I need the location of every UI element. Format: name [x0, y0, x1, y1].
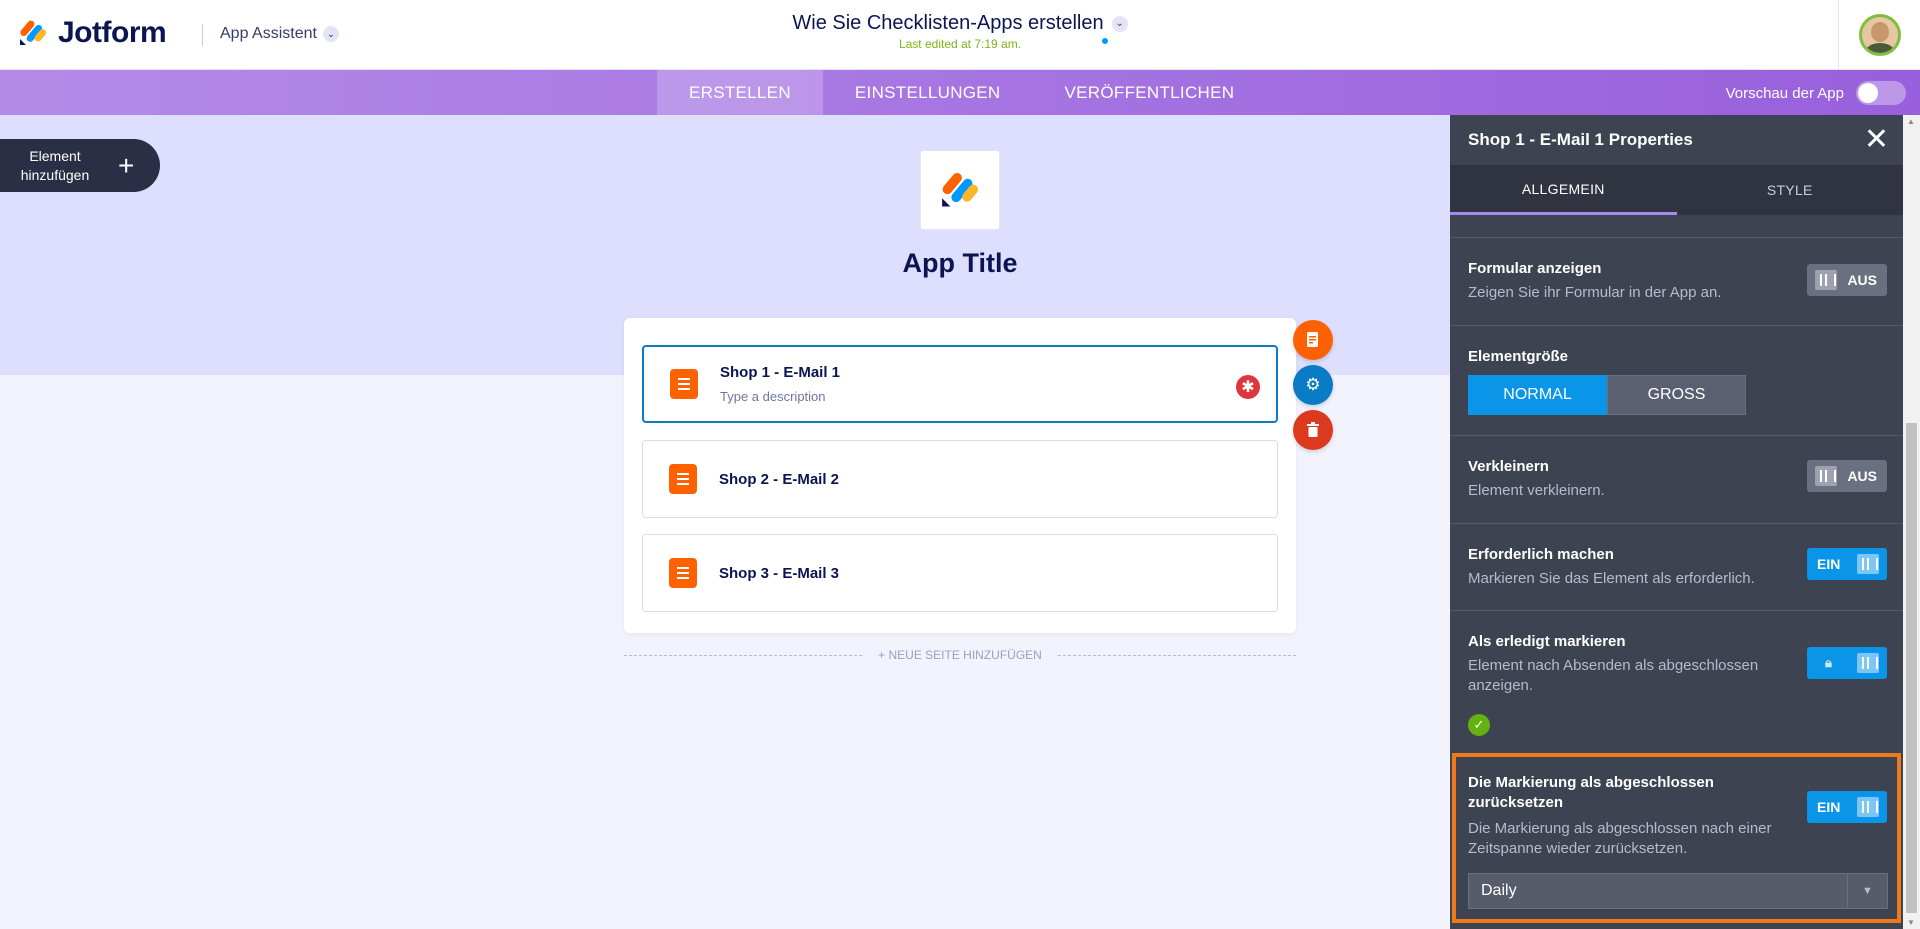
divider	[624, 654, 863, 656]
add-element-button[interactable]: Element hinzufügen +	[0, 139, 160, 192]
delete-button[interactable]	[1293, 410, 1333, 450]
toggle-knob	[1858, 83, 1878, 103]
required-toggle[interactable]: EIN	[1807, 548, 1887, 580]
elements-panel: Shop 1 - E-Mail 1 Type a description ✱ S…	[624, 318, 1296, 633]
add-new-page-label: + NEUE SEITE HINZUFÜGEN	[878, 648, 1042, 662]
add-element-label: Element hinzufügen	[20, 147, 90, 183]
form-icon	[670, 369, 698, 399]
section-spacer	[1450, 215, 1903, 238]
scrollbar-thumb[interactable]	[1906, 423, 1917, 913]
builder-nav: ERSTELLEN EINSTELLUNGEN VERÖFFENTLICHEN …	[0, 70, 1920, 115]
item-name: Shop 1 - E-Mail 1	[720, 364, 841, 381]
tab-style[interactable]: STYLE	[1677, 165, 1904, 215]
plus-icon: +	[118, 149, 135, 181]
size-section: Elementgröße NORMAL GROSS	[1450, 326, 1903, 436]
account-area	[1838, 0, 1920, 70]
tab-erstellen[interactable]: ERSTELLEN	[657, 70, 823, 115]
properties-scrollbar[interactable]: ▲ ▼	[1903, 115, 1920, 929]
show-form-toggle[interactable]: AUS	[1807, 264, 1887, 296]
tab-einstellungen[interactable]: EINSTELLUNGEN	[823, 70, 1033, 115]
item-text: Shop 1 - E-Mail 1 Type a description	[720, 364, 840, 404]
toggle-grip-icon	[1815, 270, 1837, 290]
builder-tabs: ERSTELLEN EINSTELLUNGEN VERÖFFENTLICHEN	[657, 70, 1266, 115]
scroll-down-icon[interactable]: ▼	[1907, 918, 1915, 927]
doc-title[interactable]: Wie Sie Checklisten-Apps erstellen ⌄	[792, 12, 1128, 35]
mark-done-toggle[interactable]: 🔒︎	[1807, 647, 1887, 679]
status-dot	[1102, 38, 1108, 44]
top-header: Jotform App Assistent ⌄ Wie Sie Checklis…	[0, 0, 1920, 70]
preview-label: Vorschau der App	[1725, 84, 1844, 102]
last-edited-status: Last edited at 7:19 am.	[898, 37, 1022, 51]
size-gross-button[interactable]: GROSS	[1607, 375, 1746, 415]
app-icon[interactable]	[920, 150, 1000, 230]
item-text: Shop 3 - E-Mail 3	[719, 565, 839, 582]
close-icon[interactable]: ✕	[1864, 125, 1889, 155]
toggle-grip-icon	[1857, 653, 1879, 673]
app-logo-icon	[942, 172, 979, 207]
scroll-up-icon[interactable]: ▲	[1907, 117, 1915, 126]
size-label: Elementgröße	[1468, 348, 1569, 365]
edit-document-icon	[1307, 332, 1318, 347]
show-form-section: Formular anzeigen Zeigen Sie ihr Formula…	[1450, 238, 1903, 326]
gear-icon: ⚙	[1305, 375, 1321, 394]
properties-tabs: ALLGEMEIN STYLE	[1450, 165, 1903, 215]
toggle-grip-icon	[1857, 554, 1879, 574]
required-asterisk-icon: ✱	[1236, 375, 1260, 399]
list-item[interactable]: Shop 1 - E-Mail 1 Type a description ✱	[642, 345, 1278, 423]
tab-allgemein[interactable]: ALLGEMEIN	[1450, 165, 1677, 215]
form-icon	[669, 464, 697, 494]
preview-toggle-area: Vorschau der App	[1726, 81, 1906, 105]
properties-title: Shop 1 - E-Mail 1 Properties	[1468, 130, 1693, 149]
item-description[interactable]: Type a description	[720, 389, 840, 404]
preview-toggle[interactable]	[1856, 81, 1906, 105]
mark-done-section: Als erledigt markieren Element nach Abse…	[1450, 611, 1903, 754]
item-name: Shop 2 - E-Mail 2	[719, 470, 840, 488]
trash-icon	[1307, 422, 1319, 437]
shrink-section: Verkleinern Element verkleinern. AUS	[1450, 436, 1903, 524]
required-section: Erforderlich machen Markieren Sie das El…	[1450, 524, 1903, 611]
settings-button[interactable]: ⚙	[1293, 365, 1333, 405]
divider	[1057, 654, 1296, 656]
check-wrap: ✓	[1468, 714, 1885, 736]
edit-form-button[interactable]	[1293, 320, 1333, 360]
list-item[interactable]: Shop 2 - E-Mail 2	[642, 440, 1278, 518]
add-new-page[interactable]: + NEUE SEITE HINZUFÜGEN	[624, 648, 1296, 662]
properties-header: Shop 1 - E-Mail 1 Properties ✕	[1450, 115, 1903, 165]
toggle-grip-icon	[1815, 466, 1837, 486]
shrink-toggle[interactable]: AUS	[1807, 460, 1887, 492]
size-segmented-control: NORMAL GROSS	[1468, 375, 1885, 415]
checkmark-icon: ✓	[1468, 714, 1490, 736]
item-name: Shop 3 - E-Mail 3	[719, 564, 840, 582]
toggle-state: AUS	[1847, 272, 1877, 288]
chevron-down-icon: ⌄	[1111, 15, 1128, 32]
lock-icon: 🔒︎	[1825, 655, 1832, 670]
item-text: Shop 2 - E-Mail 2	[719, 471, 839, 488]
list-item[interactable]: Shop 3 - E-Mail 3	[642, 534, 1278, 612]
doc-title-area: Wie Sie Checklisten-Apps erstellen ⌄ Las…	[0, 12, 1920, 51]
doc-title-text: Wie Sie Checklisten-Apps erstellen	[792, 12, 1104, 34]
highlight-box	[1452, 753, 1901, 923]
avatar[interactable]	[1858, 14, 1901, 56]
size-normal-button[interactable]: NORMAL	[1468, 375, 1607, 415]
form-icon	[669, 558, 697, 588]
toggle-state: EIN	[1817, 556, 1841, 572]
mark-done-desc: Element nach Absenden als abgeschlossen …	[1468, 657, 1759, 694]
toggle-state: AUS	[1847, 468, 1877, 484]
tab-veroeffentlichen[interactable]: VERÖFFENTLICHEN	[1033, 70, 1267, 115]
